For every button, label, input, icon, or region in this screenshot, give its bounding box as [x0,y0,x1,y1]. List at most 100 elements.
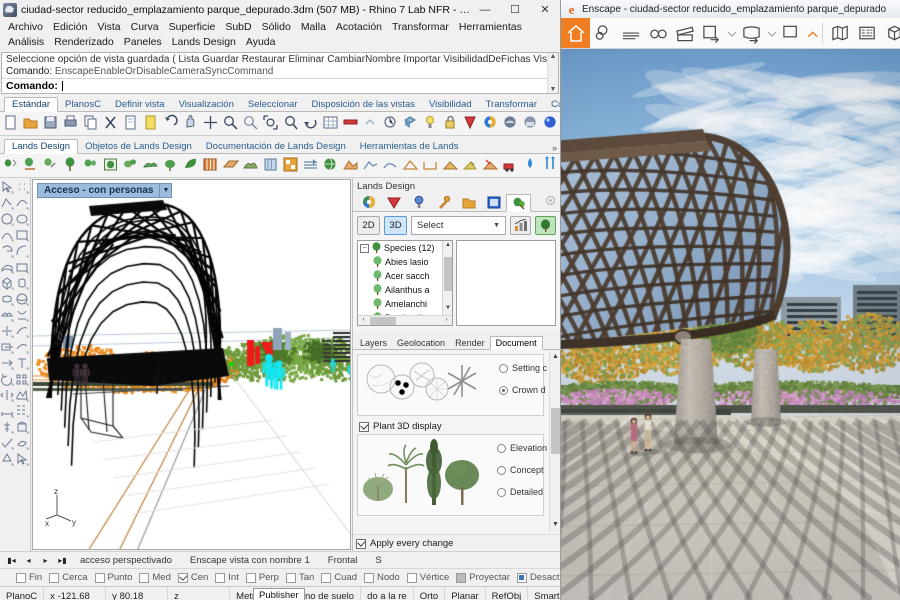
terrain-slope-icon[interactable] [462,156,481,176]
list-item[interactable]: Abies lasio [358,255,452,269]
cut-icon[interactable] [102,114,121,134]
zoom-window-icon[interactable] [242,114,261,134]
lands-tabs-overflow-button[interactable]: » [552,143,560,153]
grid-icon[interactable] [322,114,341,134]
radio-icon[interactable] [497,466,506,475]
minimize-button[interactable]: — [470,0,500,19]
viewport-title-bar[interactable]: Acceso - con personas ▼ [37,183,172,198]
checkbox-icon[interactable] [517,573,527,583]
cylinder-icon[interactable] [15,276,30,292]
species-tree-vscrollbar[interactable]: ▲ ▼ [442,241,452,315]
status-do-a-la-re[interactable]: do a la re [361,587,414,600]
osnap-desactivar[interactable]: Desactivar [517,572,561,583]
plant-edit-icon[interactable] [42,156,61,176]
enscape-cube-button[interactable] [881,18,900,49]
enscape-export-image-button[interactable] [698,18,725,49]
viewport-acceso-con-personas[interactable]: Acceso - con personas ▼ z x y [32,179,351,550]
tab-curvas[interactable]: Curvas [544,98,561,111]
section-icon[interactable] [302,156,321,176]
nav-next-icon[interactable]: ▸ [40,556,51,565]
osnap-proyectar[interactable]: Proyectar [456,572,517,583]
points-icon[interactable] [15,180,30,196]
leaf-icon[interactable] [182,156,201,176]
history-icon[interactable] [382,114,401,134]
arc-center-icon[interactable] [0,244,15,260]
checkbox-icon[interactable] [215,573,225,583]
vptab-enscape-vista[interactable]: Enscape vista con nombre 1 [184,555,316,566]
print-icon[interactable] [62,114,81,134]
copy-icon[interactable] [82,114,101,134]
scroll-down-icon[interactable]: ▼ [550,86,557,93]
open-folder-icon[interactable] [22,114,41,134]
scrollbar-thumb[interactable] [370,317,396,325]
tree-expand-toggle[interactable]: − [360,244,369,253]
scroll-down-icon[interactable]: ▼ [551,521,560,531]
scroll-down-icon[interactable]: ▼ [444,305,452,314]
enscape-export-panorama-button[interactable] [738,18,765,49]
checkbox-icon[interactable] [407,573,417,583]
terrain-fill-icon[interactable] [442,156,461,176]
single-plant-icon[interactable] [62,156,81,176]
scroll-up-icon[interactable]: ▲ [551,353,560,363]
nav-last-icon[interactable]: ▸▮ [57,556,68,565]
scrollbar-thumb[interactable] [444,257,452,291]
circle-icon[interactable] [0,212,15,228]
new-file-icon[interactable] [2,114,21,134]
checkbox-icon[interactable] [139,573,149,583]
lands-panel-tab-plant[interactable] [506,194,531,212]
array-icon[interactable] [0,388,15,404]
ellipse-icon[interactable] [15,212,30,228]
zoom-selected-icon[interactable] [282,114,301,134]
scroll-left-icon[interactable]: ‹ [359,317,368,325]
tab-geolocation[interactable]: Geolocation [392,337,450,349]
plant-area-icon[interactable] [102,156,121,176]
water-drop-icon[interactable] [522,156,541,176]
osnap-perp[interactable]: Perp [246,572,286,583]
enscape-bim-info-button[interactable] [617,18,644,49]
menu-archivo[interactable]: Archivo [3,20,48,35]
radio-setting-c[interactable]: Setting c [499,363,547,373]
lands-panel-tab-image[interactable] [481,193,506,211]
radio-crown-d[interactable]: Crown d [499,385,547,395]
tab-document[interactable]: Document [490,336,543,350]
lands-panel-tab-eyedropper[interactable] [431,193,456,211]
filter-chart-button[interactable] [510,216,531,235]
move-icon[interactable] [202,114,221,134]
deck-icon[interactable] [222,156,241,176]
lock-icon[interactable] [442,114,461,134]
checkbox-icon[interactable] [246,573,256,583]
props-icon[interactable] [362,114,381,134]
menu-analisis[interactable]: Análisis [3,35,49,50]
curve-tools-icon[interactable] [15,196,30,212]
radio-icon[interactable] [499,386,508,395]
fence-icon[interactable] [202,156,221,176]
sphere-blue-icon[interactable] [542,114,560,134]
tube-icon[interactable] [0,292,15,308]
lands-panel-tab-folder[interactable] [456,193,481,211]
layer-red-icon[interactable] [342,114,361,134]
checkbox-icon[interactable] [178,573,188,583]
checkbox-icon[interactable] [95,573,105,583]
status-planar[interactable]: Planar [445,587,485,600]
plant-forest-icon[interactable] [122,156,141,176]
select-dropdown[interactable]: Select ▼ [411,216,506,235]
fillet-surf-icon[interactable] [0,340,15,356]
trim-icon[interactable] [0,324,15,340]
fillet-icon[interactable] [15,244,30,260]
enscape-vr-headset-button[interactable] [644,18,671,49]
checkbox-icon[interactable] [456,573,466,583]
scrollbar-thumb[interactable] [551,408,560,454]
plant-list-icon[interactable] [22,156,41,176]
enscape-home-button[interactable] [561,18,590,49]
menu-paneles[interactable]: Paneles [119,35,167,50]
terrain-cut-icon[interactable] [482,156,501,176]
render-tools-icon[interactable] [0,452,15,468]
checkbox-icon[interactable] [359,422,369,432]
osnap-vrtice[interactable]: Vértice [407,572,457,583]
tab-transformar[interactable]: Transformar [479,98,544,111]
save-icon[interactable] [42,114,61,134]
plant-row-icon[interactable] [82,156,101,176]
plant-add-button[interactable] [535,216,556,235]
menu-renderizado[interactable]: Renderizado [49,35,119,50]
terrain-mesh-icon[interactable] [342,156,361,176]
